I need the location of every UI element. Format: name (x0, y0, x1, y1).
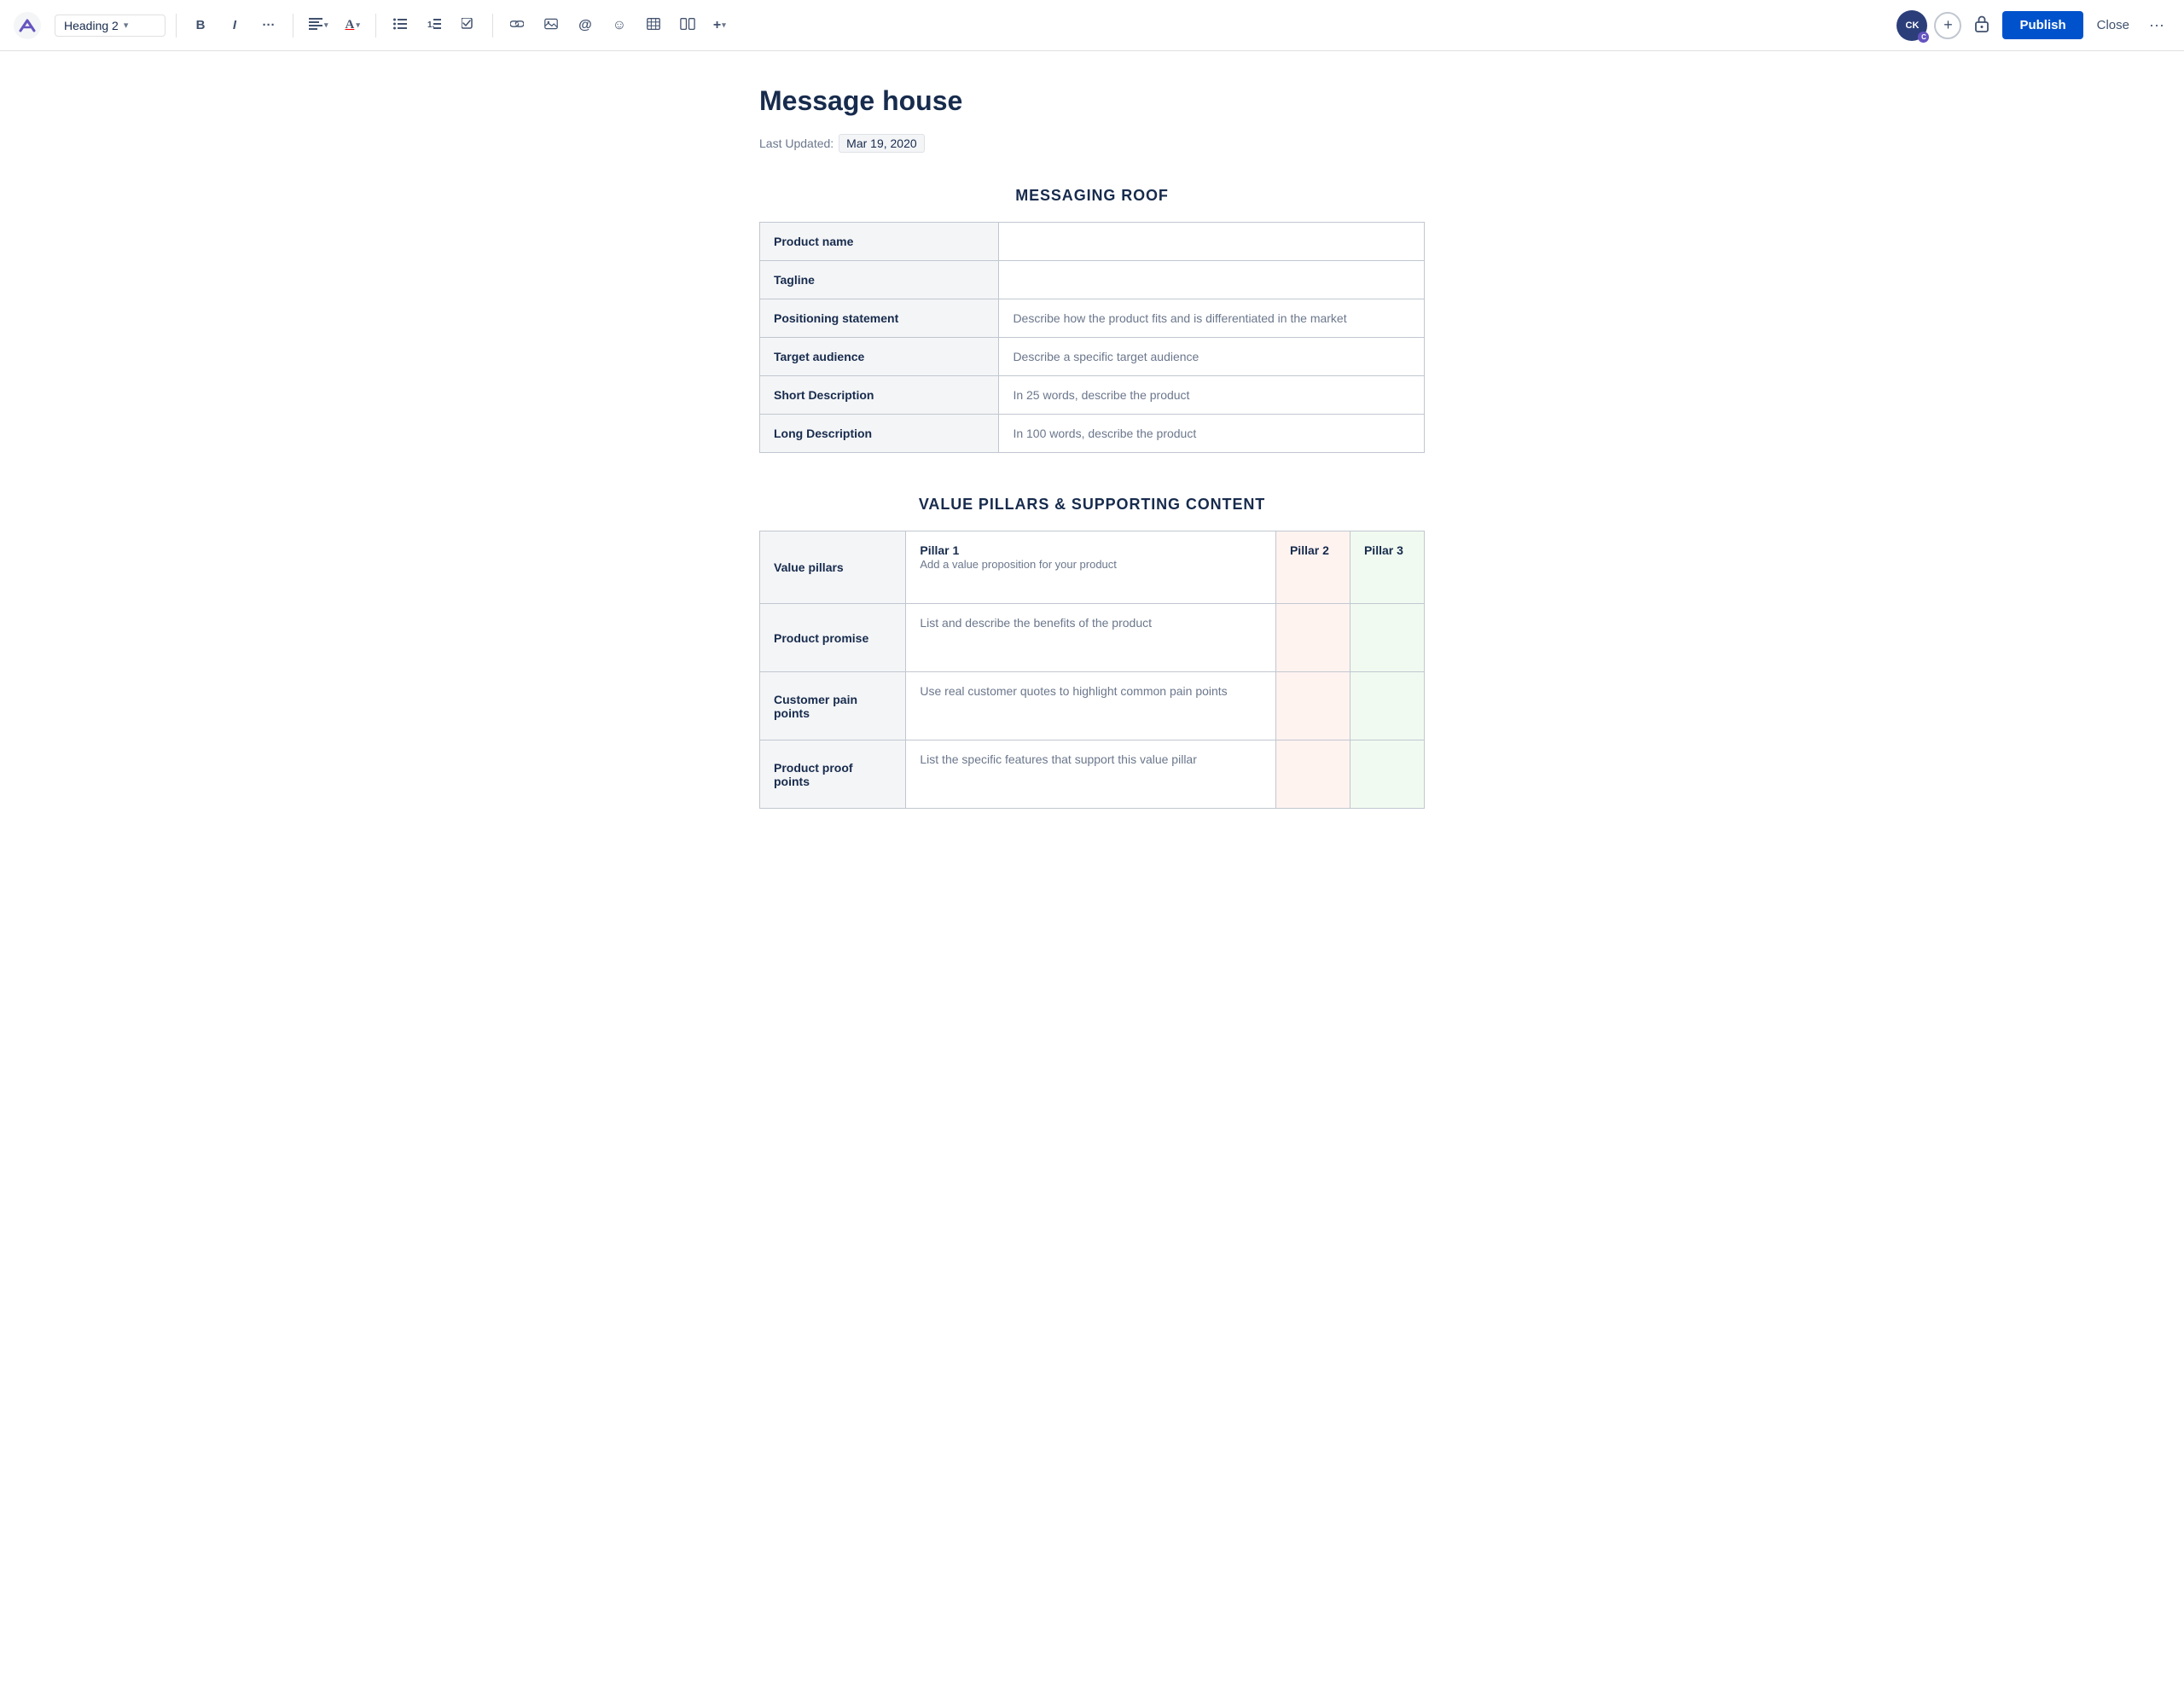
pillar-cell[interactable] (1350, 740, 1424, 809)
bold-button[interactable]: B (187, 12, 214, 39)
table-row: Product proof pointsList the specific fe… (760, 740, 1425, 809)
avatar-badge: C (1918, 32, 1929, 43)
toolbar-divider-1 (176, 14, 177, 38)
columns-icon (680, 18, 695, 33)
row-label: Target audience (760, 338, 999, 376)
insert-chevron: ▾ (722, 20, 726, 30)
table-button[interactable] (640, 12, 667, 39)
table-row: Positioning statementDescribe how the pr… (760, 299, 1425, 338)
avatar-initials: CK (1906, 20, 1920, 31)
row-value[interactable]: In 25 words, describe the product (999, 376, 1425, 415)
row-value[interactable]: Describe a specific target audience (999, 338, 1425, 376)
pillar-cell[interactable] (1275, 604, 1350, 672)
pillar-cell[interactable]: Pillar 1Add a value proposition for your… (906, 531, 1276, 604)
more-options-button[interactable]: ··· (2143, 12, 2170, 39)
pillar-cell[interactable] (1275, 740, 1350, 809)
value-pillars-heading: VALUE PILLARS & SUPPORTING CONTENT (759, 496, 1425, 514)
pillar-row-label: Value pillars (760, 531, 906, 604)
messaging-roof-heading: MESSAGING ROOF (759, 187, 1425, 205)
image-icon (544, 18, 558, 33)
table-row: Tagline (760, 261, 1425, 299)
value-pillars-table: Value pillarsPillar 1Add a value proposi… (759, 531, 1425, 809)
last-updated-row: Last Updated: Mar 19, 2020 (759, 134, 1425, 153)
ordered-list-button[interactable]: 1. (421, 12, 448, 39)
insert-button[interactable]: + ▾ (708, 12, 731, 39)
table-row: Short DescriptionIn 25 words, describe t… (760, 376, 1425, 415)
toolbar-divider-3 (375, 14, 376, 38)
messaging-roof-table: Product nameTaglinePositioning statement… (759, 222, 1425, 453)
pillar-row-label: Customer pain points (760, 672, 906, 740)
text-color-icon: A (346, 18, 355, 32)
chevron-down-icon: ▾ (124, 20, 129, 31)
align-button[interactable]: ▾ (304, 12, 334, 39)
pillar-cell[interactable] (1350, 604, 1424, 672)
plus-icon: + (1943, 16, 1953, 34)
table-row: Value pillarsPillar 1Add a value proposi… (760, 531, 1425, 604)
add-collaborator-button[interactable]: + (1934, 12, 1961, 39)
row-label: Positioning statement (760, 299, 999, 338)
italic-button[interactable]: I (221, 12, 248, 39)
align-icon (309, 18, 322, 33)
pillar-cell[interactable]: Use real customer quotes to highlight co… (906, 672, 1276, 740)
row-value[interactable]: In 100 words, describe the product (999, 415, 1425, 453)
table-icon (647, 18, 660, 33)
bullet-list-button[interactable] (386, 12, 414, 39)
heading-selector-label: Heading 2 (64, 19, 119, 32)
last-updated-label: Last Updated: (759, 136, 834, 150)
pillar-cell[interactable] (1275, 672, 1350, 740)
row-value[interactable] (999, 223, 1425, 261)
publish-button[interactable]: Publish (2002, 11, 2082, 39)
pillar-cell[interactable] (1350, 672, 1424, 740)
color-chevron: ▾ (356, 20, 360, 30)
lock-button[interactable] (1968, 12, 1995, 39)
pillar-cell[interactable]: Pillar 3 (1350, 531, 1424, 604)
pillar-cell[interactable]: List the specific features that support … (906, 740, 1276, 809)
row-value[interactable] (999, 261, 1425, 299)
link-button[interactable] (503, 12, 531, 39)
app-logo[interactable] (14, 12, 41, 39)
image-button[interactable] (537, 12, 565, 39)
emoji-icon: ☺ (613, 18, 626, 33)
table-row: Product name (760, 223, 1425, 261)
heading-selector[interactable]: Heading 2 ▾ (55, 15, 166, 37)
toolbar: Heading 2 ▾ B I ··· ▾ A ▾ 1. (0, 0, 2184, 51)
link-icon (510, 18, 524, 33)
align-chevron: ▾ (324, 20, 328, 30)
ordered-list-icon: 1. (427, 18, 441, 33)
columns-button[interactable] (674, 12, 701, 39)
pillar-row-label: Product promise (760, 604, 906, 672)
task-list-icon (462, 18, 475, 33)
row-label: Long Description (760, 415, 999, 453)
pillar-cell[interactable]: Pillar 2 (1275, 531, 1350, 604)
table-row: Product promiseList and describe the ben… (760, 604, 1425, 672)
row-value[interactable]: Describe how the product fits and is dif… (999, 299, 1425, 338)
mention-button[interactable]: @ (572, 12, 599, 39)
page-title[interactable]: Message house (759, 85, 1425, 117)
close-button[interactable]: Close (2090, 11, 2136, 39)
insert-icon: + (713, 18, 721, 33)
row-label: Short Description (760, 376, 999, 415)
more-format-button[interactable]: ··· (255, 12, 282, 39)
avatar-button[interactable]: CK C (1896, 10, 1927, 41)
table-row: Target audienceDescribe a specific targe… (760, 338, 1425, 376)
task-list-button[interactable] (455, 12, 482, 39)
bullet-list-icon (393, 18, 407, 33)
table-row: Customer pain pointsUse real customer qu… (760, 672, 1425, 740)
toolbar-divider-4 (492, 14, 493, 38)
table-row: Long DescriptionIn 100 words, describe t… (760, 415, 1425, 453)
pillar-row-label: Product proof points (760, 740, 906, 809)
last-updated-date[interactable]: Mar 19, 2020 (839, 134, 925, 153)
pillar-cell[interactable]: List and describe the benefits of the pr… (906, 604, 1276, 672)
content-area: Message house Last Updated: Mar 19, 2020… (708, 51, 1476, 877)
emoji-button[interactable]: ☺ (606, 12, 633, 39)
more-options-icon: ··· (2149, 16, 2164, 34)
row-label: Product name (760, 223, 999, 261)
mention-icon: @ (578, 18, 592, 33)
lock-icon (1973, 14, 1990, 37)
text-color-button[interactable]: A ▾ (340, 12, 365, 39)
row-label: Tagline (760, 261, 999, 299)
